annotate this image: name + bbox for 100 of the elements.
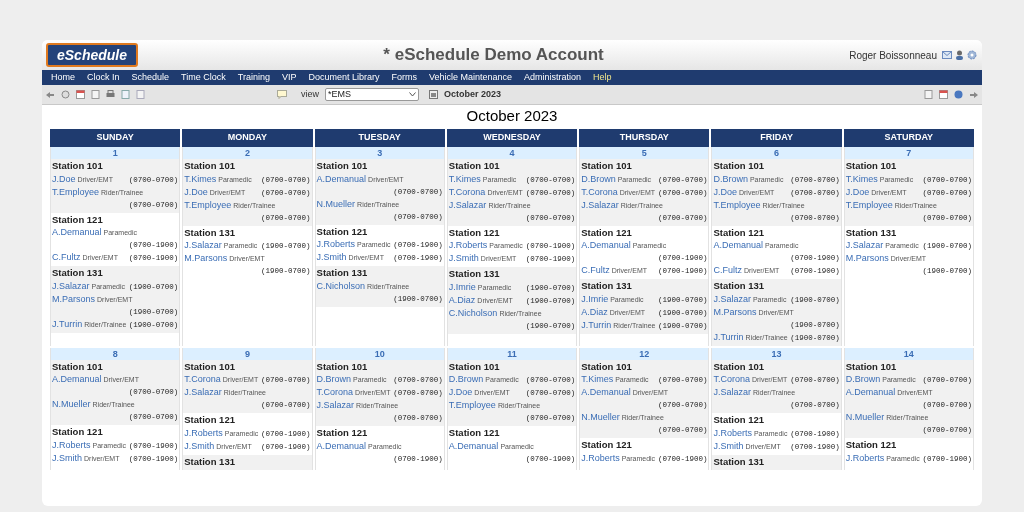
employee-link[interactable]: A.Demanual — [316, 172, 367, 185]
employee-link[interactable]: J.Smith — [52, 451, 82, 464]
employee-link[interactable]: J.Doe — [448, 386, 473, 398]
view-select[interactable]: *EMS — [325, 88, 419, 101]
employee-link[interactable]: J.Smith — [184, 439, 215, 452]
employee-link[interactable]: J.Salazar — [52, 279, 90, 292]
employee-link[interactable]: N.Mueller — [581, 411, 620, 423]
employee-link[interactable]: A.Demanual — [581, 386, 631, 398]
employee-link[interactable]: T.Employee — [52, 185, 100, 198]
nav-link[interactable]: Vehicle Maintenance — [422, 70, 519, 85]
calendar-icon[interactable] — [939, 90, 948, 99]
help-icon[interactable] — [954, 90, 963, 99]
nav-link[interactable]: Clock In — [81, 70, 126, 85]
employee-link[interactable]: M.Parsons — [52, 292, 95, 305]
employee-link[interactable]: J.Imrie — [448, 280, 476, 293]
right-arrow-icon[interactable] — [969, 90, 979, 99]
employee-link[interactable]: N.Mueller — [52, 398, 91, 410]
employee-link[interactable]: J.Salazar — [448, 198, 487, 211]
employee-link[interactable]: C.Fultz — [52, 251, 81, 263]
person-icon[interactable] — [955, 50, 964, 60]
nav-link[interactable]: Schedule — [125, 70, 176, 85]
circle-icon[interactable] — [61, 90, 70, 99]
employee-link[interactable]: D.Brown — [448, 373, 484, 385]
employee-link[interactable]: J.Roberts — [845, 451, 885, 464]
document-icon[interactable] — [91, 90, 100, 99]
date-number[interactable]: 1 — [51, 147, 180, 159]
nav-link[interactable]: Help — [587, 70, 618, 85]
date-number[interactable]: 12 — [580, 347, 709, 360]
employee-link[interactable]: A.Diaz — [581, 305, 608, 318]
date-number[interactable]: 8 — [51, 347, 180, 360]
employee-link[interactable]: T.Employee — [845, 198, 893, 211]
employee-link[interactable]: T.Kimes — [448, 172, 481, 185]
employee-link[interactable]: N.Mueller — [845, 411, 885, 423]
employee-link[interactable]: T.Kimes — [581, 373, 614, 385]
nav-link[interactable]: Document Library — [302, 70, 386, 85]
employee-link[interactable]: J.Doe — [52, 172, 76, 185]
employee-link[interactable]: T.Corona — [316, 386, 354, 398]
employee-link[interactable]: C.Fultz — [713, 264, 742, 276]
employee-link[interactable]: J.Imrie — [581, 292, 609, 305]
nav-link[interactable]: Forms — [385, 70, 423, 85]
employee-link[interactable]: A.Demanual — [52, 373, 102, 385]
employee-link[interactable]: J.Roberts — [316, 238, 356, 250]
employee-link[interactable]: J.Salazar — [184, 386, 222, 398]
employee-link[interactable]: J.Salazar — [845, 239, 884, 251]
employee-link[interactable]: J.Salazar — [713, 292, 751, 305]
employee-link[interactable]: J.Roberts — [52, 438, 91, 451]
date-number[interactable]: 7 — [844, 147, 973, 159]
employee-link[interactable]: T.Kimes — [184, 172, 217, 185]
date-number[interactable]: 13 — [712, 347, 841, 360]
employee-link[interactable]: D.Brown — [581, 172, 616, 185]
employee-link[interactable]: T.Corona — [581, 185, 618, 198]
employee-link[interactable]: M.Parsons — [184, 252, 228, 264]
comment-icon[interactable] — [277, 90, 287, 99]
employee-link[interactable]: M.Parsons — [845, 252, 889, 264]
employee-link[interactable]: J.Smith — [448, 252, 479, 264]
employee-link[interactable]: J.Smith — [316, 251, 347, 263]
employee-link[interactable]: J.Doe — [713, 185, 737, 198]
date-number[interactable]: 5 — [580, 147, 709, 159]
employee-link[interactable]: J.Roberts — [581, 451, 620, 464]
employee-link[interactable]: J.Turrin — [52, 317, 83, 330]
nav-link[interactable]: Home — [45, 70, 81, 85]
left-arrow-icon[interactable] — [45, 90, 55, 99]
employee-link[interactable]: N.Mueller — [316, 197, 356, 210]
date-number[interactable]: 10 — [315, 347, 444, 360]
calendar-icon[interactable] — [429, 90, 438, 99]
employee-link[interactable]: J.Smith — [713, 439, 744, 452]
employee-link[interactable]: C.Nicholson — [316, 279, 366, 292]
employee-link[interactable]: D.Brown — [316, 373, 352, 385]
employee-link[interactable]: A.Demanual — [845, 386, 896, 398]
employee-link[interactable]: A.Demanual — [52, 226, 102, 238]
nav-link[interactable]: Administration — [518, 70, 588, 85]
date-number[interactable]: 3 — [315, 147, 444, 159]
employee-link[interactable]: A.Demanual — [448, 439, 499, 452]
date-number[interactable]: 11 — [447, 347, 577, 360]
employee-link[interactable]: T.Corona — [184, 373, 221, 385]
employee-link[interactable]: T.Corona — [448, 185, 486, 198]
employee-link[interactable]: T.Corona — [713, 373, 750, 385]
employee-link[interactable]: J.Roberts — [713, 426, 752, 439]
logo[interactable]: eSchedule — [46, 43, 138, 67]
envelope-icon[interactable] — [942, 51, 952, 59]
employee-link[interactable]: D.Brown — [713, 172, 748, 185]
nav-link[interactable]: Time Clock — [175, 70, 232, 85]
employee-link[interactable]: J.Roberts — [184, 426, 223, 439]
employee-link[interactable]: A.Demanual — [316, 439, 367, 452]
employee-link[interactable]: T.Kimes — [845, 172, 878, 185]
employee-link[interactable]: J.Salazar — [581, 198, 619, 211]
employee-link[interactable]: J.Turrin — [713, 330, 744, 343]
date-number[interactable]: 2 — [183, 147, 312, 159]
employee-link[interactable]: J.Roberts — [448, 239, 488, 251]
employee-link[interactable]: J.Turrin — [581, 318, 612, 331]
employee-link[interactable]: D.Brown — [845, 373, 881, 385]
printer-icon[interactable] — [106, 90, 115, 99]
employee-link[interactable]: C.Nicholson — [448, 306, 498, 319]
employee-link[interactable]: M.Parsons — [713, 305, 757, 318]
employee-link[interactable]: J.Salazar — [316, 399, 355, 411]
calendar-icon[interactable] — [76, 90, 85, 99]
date-number[interactable]: 9 — [183, 347, 312, 360]
employee-link[interactable]: T.Employee — [184, 198, 232, 211]
employee-link[interactable]: A.Demanual — [713, 239, 763, 251]
date-number[interactable]: 4 — [447, 147, 577, 159]
